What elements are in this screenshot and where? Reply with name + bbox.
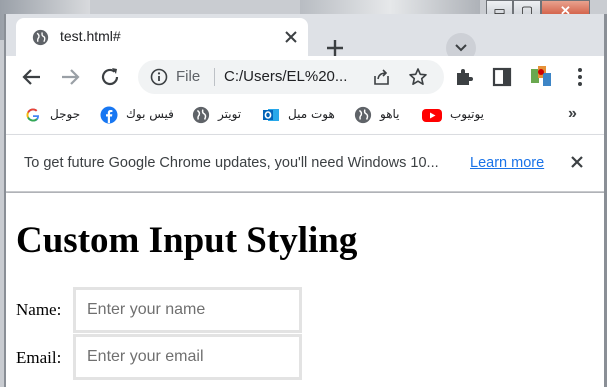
side-panel-icon: [492, 67, 512, 87]
bookmark-twitter[interactable]: تويتر: [192, 106, 254, 126]
tab-title: test.html#: [60, 28, 121, 44]
youtube-icon: [422, 109, 442, 122]
close-icon: [571, 156, 583, 168]
back-button[interactable]: [20, 65, 44, 89]
bookmark-label: هوت ميل: [288, 107, 335, 121]
name-label: Name:: [16, 300, 62, 319]
infobar-message: To get future Google Chrome updates, you…: [24, 155, 439, 171]
close-icon: [285, 31, 297, 43]
address-bar[interactable]: File C:/Users/EL%20...: [138, 60, 444, 94]
forward-arrow-icon: [62, 69, 80, 85]
extensions-button[interactable]: [452, 65, 476, 89]
google-icon: [26, 108, 40, 122]
email-label: Email:: [16, 348, 62, 367]
page-content: Custom Input Styling Name: Email:: [6, 193, 607, 387]
share-icon[interactable]: [372, 68, 392, 86]
reload-button[interactable]: [98, 65, 122, 89]
name-input[interactable]: [73, 287, 302, 333]
facebook-icon: [100, 106, 118, 124]
bookmarks-bar: جوجل فيس بوك تويتر هوت ميل ياهو يوتيوب »: [6, 98, 607, 134]
back-arrow-icon: [22, 69, 40, 85]
chrome-menu-button[interactable]: [568, 65, 592, 89]
bookmark-label: جوجل: [50, 107, 81, 121]
bookmark-yahoo[interactable]: ياهو: [354, 106, 410, 126]
forward-button[interactable]: [58, 65, 82, 89]
kebab-menu-icon: [578, 68, 582, 86]
chevron-down-icon: [455, 44, 467, 52]
bookmark-youtube[interactable]: يوتيوب: [422, 106, 494, 126]
profile-button[interactable]: [528, 63, 554, 89]
side-panel-button[interactable]: [490, 65, 514, 89]
bookmark-hotmail[interactable]: هوت ميل: [262, 106, 342, 126]
bookmark-google[interactable]: جوجل: [24, 106, 90, 126]
globe-icon: [354, 106, 372, 124]
star-icon[interactable]: [408, 67, 428, 87]
globe-icon: [32, 29, 49, 46]
bookmark-label: تويتر: [218, 107, 242, 121]
email-input[interactable]: [73, 334, 302, 380]
tab-close-button[interactable]: [280, 26, 302, 48]
reload-icon: [101, 68, 119, 86]
update-infobar: To get future Google Chrome updates, you…: [6, 134, 607, 192]
bookmark-label: ياهو: [380, 107, 400, 121]
bookmark-facebook[interactable]: فيس بوك: [100, 106, 180, 126]
window-border-left: [4, 14, 6, 387]
bookmark-label: يوتيوب: [450, 107, 484, 121]
tab-active[interactable]: test.html#: [16, 18, 308, 56]
url-separator: [214, 68, 215, 86]
infobar-close-button[interactable]: [566, 151, 588, 173]
browser-toolbar: File C:/Users/EL%20...: [6, 56, 607, 98]
globe-icon: [192, 106, 210, 124]
url-text[interactable]: C:/Users/EL%20...: [224, 68, 347, 85]
outlook-icon: [263, 109, 279, 121]
bookmark-label: فيس بوك: [126, 107, 174, 121]
page-title: Custom Input Styling: [16, 220, 358, 261]
learn-more-link[interactable]: Learn more: [470, 155, 544, 171]
puzzle-icon: [457, 69, 473, 85]
avatar: [531, 66, 551, 86]
url-scheme-label: File: [176, 68, 201, 85]
tab-strip: test.html#: [6, 14, 607, 63]
info-icon[interactable]: [150, 68, 168, 86]
bookmarks-overflow-button[interactable]: »: [568, 105, 577, 123]
